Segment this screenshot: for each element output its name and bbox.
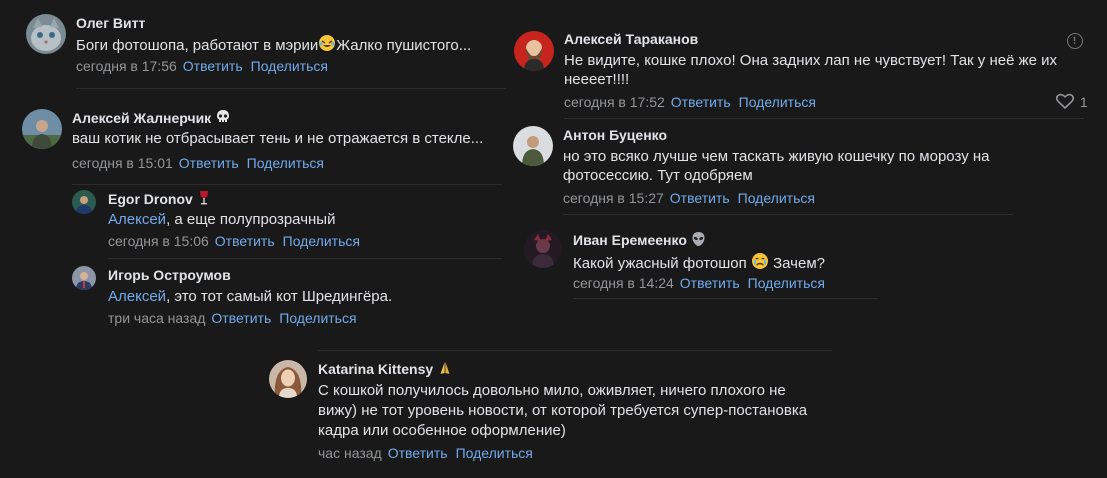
comment-text-line: Не видите, кошке плохо! Она задних лап н… — [564, 52, 1058, 69]
comment-meta: сегодня в 14:24 Ответить Поделиться — [573, 274, 833, 292]
comment-text-line: кадра или особенное оформление) — [318, 422, 566, 439]
comment-text-line: фотосессию. Тут одобряем — [563, 167, 753, 184]
avatar[interactable] — [22, 109, 62, 149]
rofl-emoji-icon — [318, 34, 336, 58]
comment-text-line: но это всяко лучше чем таскать живую кош… — [563, 148, 990, 165]
like-count: 1 — [1079, 94, 1088, 110]
share-button[interactable]: Поделиться — [748, 275, 825, 291]
alien-emoji-icon — [691, 231, 706, 251]
crying-face-emoji-icon — [751, 252, 769, 276]
share-button[interactable]: Поделиться — [283, 233, 360, 249]
avatar[interactable] — [513, 126, 553, 166]
reply-button[interactable]: Ответить — [670, 190, 730, 206]
mention-link[interactable]: Алексей — [108, 211, 166, 228]
comment-meta: три часа назад Ответить Поделиться — [108, 309, 365, 327]
wine-glass-icon — [197, 190, 211, 210]
share-button[interactable]: Поделиться — [247, 155, 324, 171]
avatar[interactable] — [524, 230, 562, 268]
divider — [76, 88, 506, 89]
author-name[interactable]: Игорь Остроумов — [108, 266, 231, 284]
divider — [108, 258, 502, 259]
timestamp[interactable]: час назад — [318, 445, 382, 461]
share-button[interactable]: Поделиться — [738, 190, 815, 206]
comment-meta: сегодня в 15:06 Ответить Поделиться — [108, 232, 368, 250]
comment-text-line: нееeeт!!!! — [564, 71, 630, 88]
share-button[interactable]: Поделиться — [739, 94, 816, 110]
more-options-icon[interactable] — [1067, 33, 1083, 49]
share-button[interactable]: Поделиться — [251, 58, 328, 74]
divider — [318, 350, 832, 351]
reply-button[interactable]: Ответить — [211, 310, 271, 326]
avatar[interactable] — [72, 190, 96, 214]
timestamp[interactable]: сегодня в 14:24 — [573, 275, 674, 291]
comment-text-line: С кошкой получилось довольно мило, оживл… — [318, 382, 786, 399]
avatar[interactable] — [269, 360, 307, 398]
timestamp[interactable]: три часа назад — [108, 310, 205, 326]
author-name[interactable]: Олег Витт — [76, 14, 145, 32]
divider — [573, 298, 878, 299]
timestamp[interactable]: сегодня в 15:06 — [108, 233, 209, 249]
comment-text: Алексей, это тот самый кот Шредингёра. — [108, 288, 393, 305]
comment-text: Алексей, а еще полупрозрачный — [108, 211, 336, 228]
divider — [72, 184, 502, 185]
reply-button[interactable]: Ответить — [388, 445, 448, 461]
reply-button[interactable]: Ответить — [671, 94, 731, 110]
avatar[interactable] — [26, 14, 66, 54]
author-name[interactable]: Алексей Тараканов — [564, 30, 698, 48]
skull-emoji-icon — [215, 109, 231, 129]
author-name[interactable]: Katarina Kittensy — [318, 360, 453, 380]
comment-text: Какой ужасный фотошоп Зачем? — [573, 252, 825, 276]
reply-button[interactable]: Ответить — [680, 275, 740, 291]
divider — [563, 214, 1013, 215]
divider — [564, 118, 1084, 119]
comment-text: Боги фотошопа, работают в мэрии Жалко пуш… — [76, 34, 471, 58]
comment-meta: сегодня в 17:56 Ответить Поделиться — [76, 57, 336, 75]
avatar[interactable] — [72, 266, 96, 290]
timestamp[interactable]: сегодня в 17:52 — [564, 94, 665, 110]
timestamp[interactable]: сегодня в 15:27 — [563, 190, 664, 206]
comment-meta: час назад Ответить Поделиться — [318, 444, 541, 462]
like-button[interactable]: 1 — [1055, 93, 1088, 112]
mention-link[interactable]: Алексей — [108, 288, 166, 305]
reply-button[interactable]: Ответить — [215, 233, 275, 249]
timestamp[interactable]: сегодня в 17:56 — [76, 58, 177, 74]
heart-icon — [1055, 93, 1075, 112]
share-button[interactable]: Поделиться — [279, 310, 356, 326]
comment-meta: сегодня в 15:27 Ответить Поделиться — [563, 189, 823, 207]
author-name[interactable]: Алексей Жалнерчик — [72, 109, 231, 129]
timestamp[interactable]: сегодня в 15:01 — [72, 155, 173, 171]
avatar[interactable] — [514, 31, 554, 71]
comment-meta: сегодня в 17:52 Ответить Поделиться — [564, 93, 824, 111]
author-name[interactable]: Иван Еремеенко — [573, 231, 706, 251]
comment-text-line: вижу) не тот уровень новости, от которой… — [318, 402, 808, 419]
comment-text: ваш котик не отбрасывает тень и не отраж… — [72, 130, 484, 147]
share-button[interactable]: Поделиться — [456, 445, 533, 461]
author-name[interactable]: Egor Dronov — [108, 190, 211, 210]
reply-button[interactable]: Ответить — [183, 58, 243, 74]
folded-hands-emoji-icon — [437, 360, 453, 380]
reply-button[interactable]: Ответить — [179, 155, 239, 171]
comment-meta: сегодня в 15:01 Ответить Поделиться — [72, 154, 332, 172]
author-name[interactable]: Антон Буценко — [563, 126, 667, 144]
